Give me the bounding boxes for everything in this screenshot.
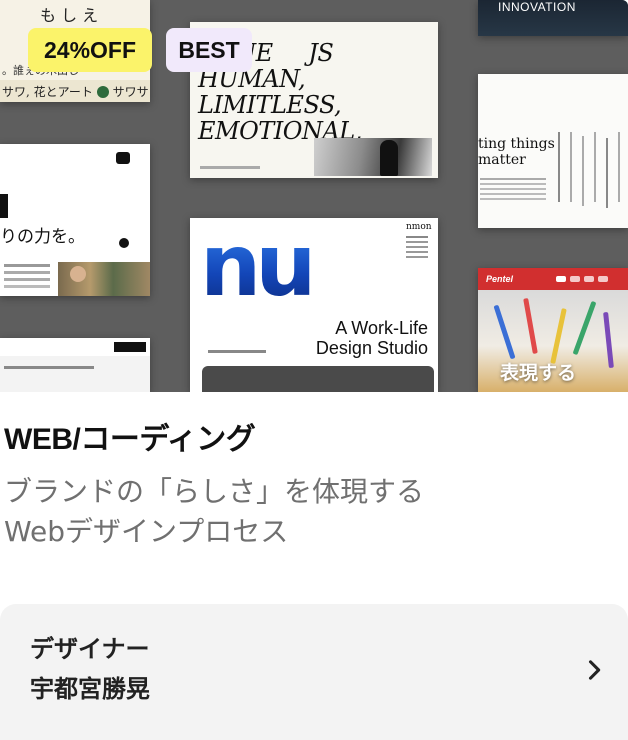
preview-lines [4, 264, 50, 267]
preview-card-right-bottom: Pentel 表現する [478, 268, 628, 392]
preview-bar [0, 194, 8, 218]
author-role: デザイナー [30, 635, 150, 663]
preview-card-left-mid: りの力を。 [0, 144, 150, 296]
course-title[interactable]: WEB/コーディング [4, 422, 256, 458]
nu-logo: nu [200, 218, 316, 316]
preview-photo [314, 138, 432, 176]
author-name: 宇都宮勝晃 [30, 675, 150, 703]
preview-nav [4, 366, 94, 369]
pentel-logo: Pentel [486, 274, 514, 284]
preview-button [114, 342, 146, 352]
best-badge: BEST [166, 28, 252, 72]
preview-card-center-bottom: nu nmon A Work-Life Design Studio [190, 218, 438, 392]
circle-logo-icon [96, 86, 109, 98]
pen-icon [603, 311, 614, 369]
pen-icon [493, 304, 516, 360]
preview-nav-pills [556, 276, 566, 282]
preview-innovation: INNOVATION [498, 0, 576, 14]
preview-vertical-text [558, 132, 560, 202]
preview-card-right-top: INNOVATION [478, 0, 628, 36]
pen-icon [523, 297, 538, 355]
preview-brand: nmon [406, 222, 432, 232]
pen-icon [550, 308, 567, 364]
author-link[interactable]: デザイナー 宇都宮勝晃 [0, 604, 628, 740]
preview-serif-title: ting things matter [478, 136, 555, 168]
preview-text: サワ, 花とアート [2, 85, 93, 99]
logo-mark-icon [116, 152, 130, 164]
chevron-right-icon[interactable] [580, 656, 608, 684]
preview-card-right-mid: ting things matter [478, 74, 628, 228]
preview-headline: りの力を。 [0, 227, 85, 247]
preview-hero-text: 表現する [500, 362, 577, 384]
preview-menu-lines [406, 236, 428, 238]
pen-icon [572, 300, 597, 356]
preview-small-line [208, 350, 266, 353]
preview-small-line [200, 166, 260, 169]
preview-footer-block [202, 366, 434, 392]
preview-text-row-2: サワ, 花とアート サワサ [0, 80, 150, 102]
preview-text-end: サワサ [112, 85, 149, 99]
preview-tagline: A Work-Life Design Studio [315, 318, 428, 358]
hand-icon [380, 140, 398, 176]
person-icon [70, 266, 86, 282]
discount-badge: 24%OFF [28, 28, 152, 72]
course-description: ブランドの「らしさ」を体現する Webデザインプロセス [4, 475, 425, 548]
preview-card-left-bottom [0, 338, 150, 392]
preview-photo [58, 262, 150, 296]
dot-icon [119, 238, 129, 248]
preview-lines [480, 178, 546, 180]
